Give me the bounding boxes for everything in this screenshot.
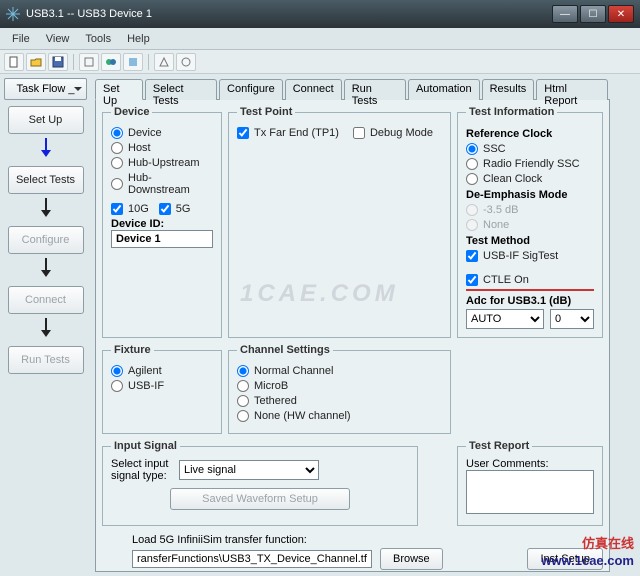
testreport-group: Test Report User Comments: <box>457 440 603 526</box>
debug-mode-check[interactable] <box>353 127 365 139</box>
ctle-underline <box>466 289 594 291</box>
inputsignal-group: Input Signal Select input signal type: L… <box>102 440 418 526</box>
setup-panel: Device Device Host Hub-Upstream Hub-Down… <box>95 100 610 572</box>
testpoint-group: Test Point Tx Far End (TP1) Debug Mode <box>228 106 451 338</box>
load-transfer-label: Load 5G InfiniiSim transfer function: <box>132 534 603 546</box>
refclock-clean[interactable] <box>466 173 478 185</box>
menu-file[interactable]: File <box>4 30 38 48</box>
device-legend: Device <box>111 106 152 118</box>
inputsignal-label: Select input signal type: <box>111 458 175 482</box>
tab-configure[interactable]: Configure <box>219 79 283 100</box>
device-radio-hub-up[interactable] <box>111 157 123 169</box>
tab-bar: Set Up Select Tests Configure Connect Ru… <box>95 78 610 100</box>
step-setup[interactable]: Set Up <box>8 106 84 134</box>
browse-button-1[interactable]: Browse <box>380 548 443 570</box>
ctle-on-check[interactable] <box>466 274 478 286</box>
refclock-radio-friendly[interactable] <box>466 158 478 170</box>
adc-label: Adc for USB3.1 (dB) <box>466 295 594 307</box>
tab-results[interactable]: Results <box>482 79 535 100</box>
tab-connect[interactable]: Connect <box>285 79 342 100</box>
device-radio-host[interactable] <box>111 142 123 154</box>
transfer-path-1[interactable] <box>132 550 372 568</box>
refclock-label: Reference Clock <box>466 128 594 140</box>
refclock-ssc[interactable] <box>466 143 478 155</box>
tool-icon-2[interactable] <box>101 53 121 71</box>
menu-tools[interactable]: Tools <box>77 30 119 48</box>
channel-tethered[interactable] <box>237 395 249 407</box>
app-icon <box>6 7 20 21</box>
fixture-group: Fixture Agilent USB-IF <box>102 344 222 434</box>
tab-run-tests[interactable]: Run Tests <box>344 79 406 100</box>
inst-setup-button[interactable]: Inst Setup <box>527 548 603 570</box>
testinfo-group: Test Information Reference Clock SSC Rad… <box>457 106 603 338</box>
new-icon[interactable] <box>4 53 24 71</box>
device-group: Device Device Host Hub-Upstream Hub-Down… <box>102 106 222 338</box>
deemph-label: De-Emphasis Mode <box>466 189 594 201</box>
step-connect[interactable]: Connect <box>8 286 84 314</box>
device-radio-device[interactable] <box>111 127 123 139</box>
arrow-icon <box>4 256 87 280</box>
sigtest-check[interactable] <box>466 250 478 262</box>
fixture-legend: Fixture <box>111 344 154 356</box>
usercomments-label: User Comments: <box>466 458 594 470</box>
device-radio-hub-down[interactable] <box>111 178 123 190</box>
testpoint-legend: Test Point <box>237 106 295 118</box>
device-id-input[interactable] <box>111 230 213 248</box>
channel-normal[interactable] <box>237 365 249 377</box>
tab-select-tests[interactable]: Select Tests <box>145 79 217 100</box>
open-icon[interactable] <box>26 53 46 71</box>
channel-microb[interactable] <box>237 380 249 392</box>
task-flow-header[interactable]: Task Flow _ <box>4 78 87 100</box>
testmethod-label: Test Method <box>466 235 594 247</box>
step-configure[interactable]: Configure <box>8 226 84 254</box>
adc-db-select[interactable]: 0 <box>550 309 594 329</box>
menu-view[interactable]: View <box>38 30 78 48</box>
testinfo-legend: Test Information <box>466 106 557 118</box>
saved-waveform-button: Saved Waveform Setup <box>170 488 350 510</box>
tab-automation[interactable]: Automation <box>408 79 480 100</box>
device-id-label: Device ID: <box>111 218 213 230</box>
tool-icon-4[interactable] <box>154 53 174 71</box>
arrow-icon <box>4 136 87 160</box>
save-icon[interactable] <box>48 53 68 71</box>
channel-legend: Channel Settings <box>237 344 333 356</box>
tool-icon-3[interactable] <box>123 53 143 71</box>
inputsignal-select[interactable]: Live signal <box>179 460 319 480</box>
adc-auto-select[interactable]: AUTO <box>466 309 544 329</box>
menu-help[interactable]: Help <box>119 30 158 48</box>
tab-html-report[interactable]: Html Report <box>536 79 608 100</box>
tool-icon-1[interactable] <box>79 53 99 71</box>
tool-icon-5[interactable] <box>176 53 196 71</box>
separator <box>73 54 74 70</box>
channel-none[interactable] <box>237 410 249 422</box>
step-run-tests[interactable]: Run Tests <box>8 346 84 374</box>
fixture-usbif[interactable] <box>111 380 123 392</box>
inputsignal-legend: Input Signal <box>111 440 180 452</box>
task-flow-panel: Task Flow _ Set Up Select Tests Configur… <box>0 74 91 576</box>
separator <box>148 54 149 70</box>
rate-5g-check[interactable] <box>159 203 171 215</box>
fixture-agilent[interactable] <box>111 365 123 377</box>
arrow-icon <box>4 316 87 340</box>
tx-farend-check[interactable] <box>237 127 249 139</box>
window-title: USB3.1 -- USB3 Device 1 <box>26 8 152 20</box>
maximize-button[interactable]: ☐ <box>580 5 606 23</box>
usercomments-input[interactable] <box>466 470 594 514</box>
deemph-35 <box>466 204 478 216</box>
channel-group: Channel Settings Normal Channel MicroB T… <box>228 344 451 434</box>
menu-bar: File View Tools Help <box>0 28 640 50</box>
step-select-tests[interactable]: Select Tests <box>8 166 84 194</box>
title-bar: USB3.1 -- USB3 Device 1 — ☐ ✕ <box>0 0 640 28</box>
deemph-none <box>466 219 478 231</box>
toolbar <box>0 50 640 74</box>
close-button[interactable]: ✕ <box>608 5 634 23</box>
tab-setup[interactable]: Set Up <box>95 79 143 100</box>
rate-10g-check[interactable] <box>111 203 123 215</box>
testreport-legend: Test Report <box>466 440 532 452</box>
minimize-button[interactable]: — <box>552 5 578 23</box>
arrow-icon <box>4 196 87 220</box>
